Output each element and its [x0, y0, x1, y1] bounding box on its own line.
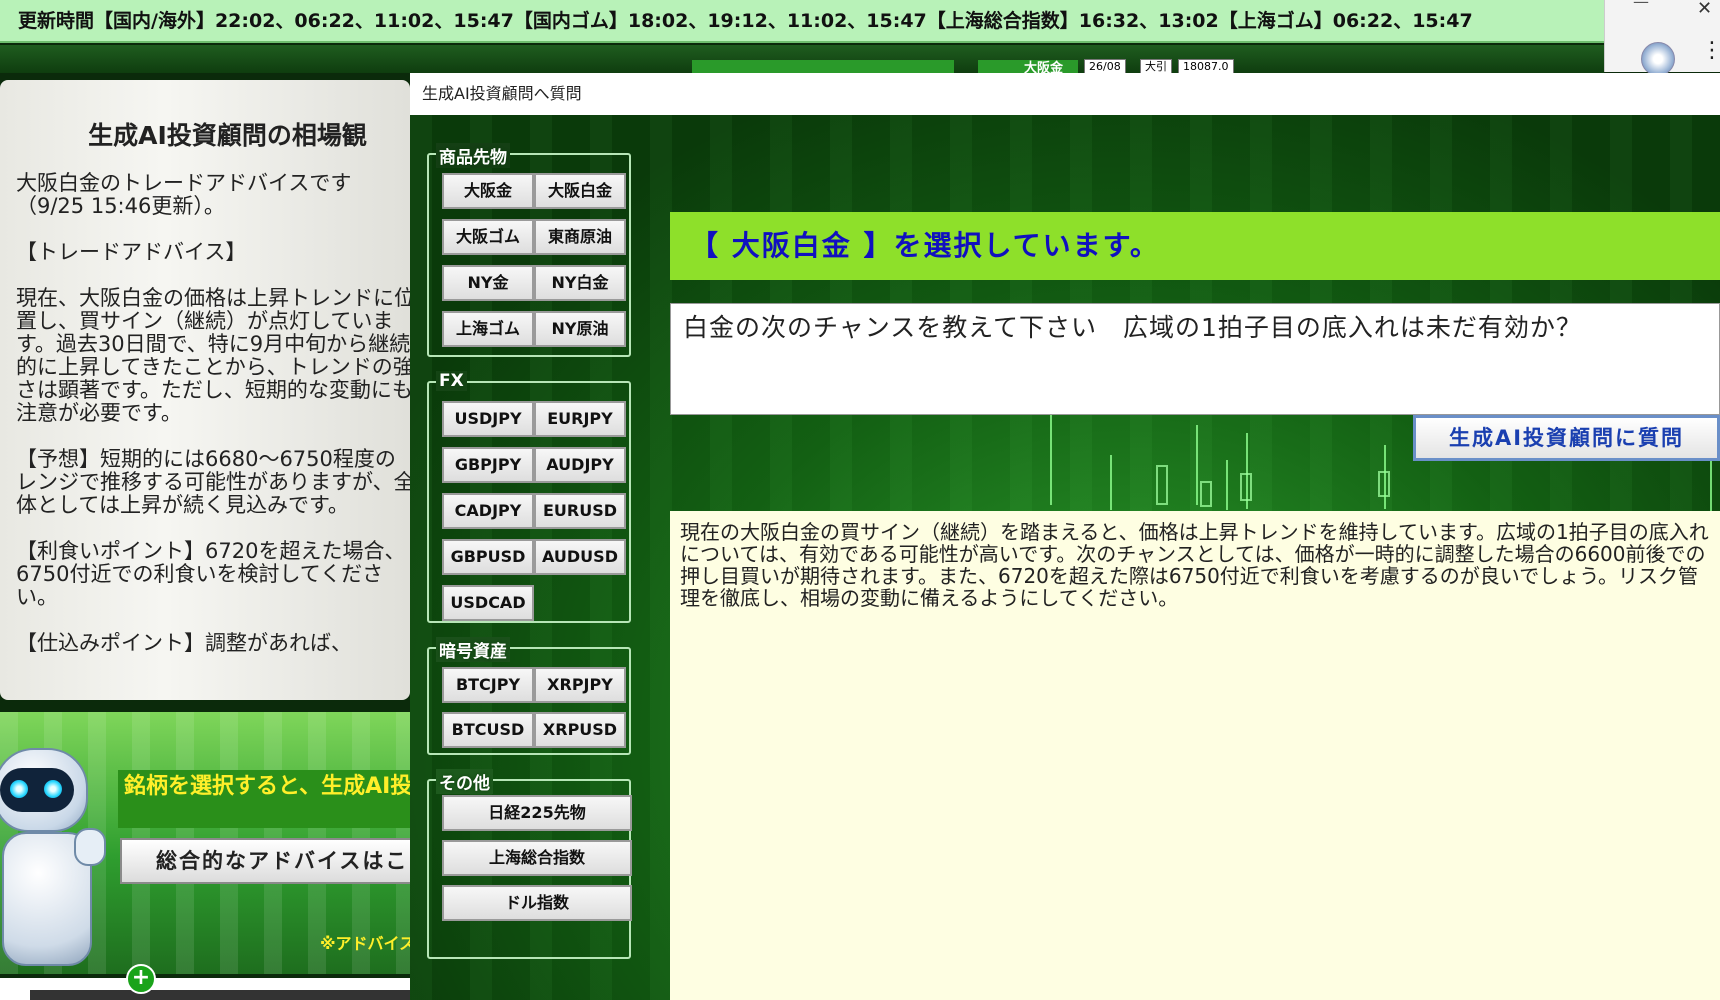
- btn-ny-crude[interactable]: NY原油: [534, 311, 626, 347]
- btn-ny-platinum[interactable]: NY白金: [534, 265, 626, 301]
- fx-group-label: FX: [436, 371, 467, 391]
- ai-advisor-question-dialog: 生成AI投資顧問へ質問 商品先物 大阪金 大阪白金 大阪ゴム 東商原油 NY金 …: [410, 73, 1720, 1000]
- btn-usdjpy[interactable]: USDJPY: [442, 401, 534, 437]
- background-tab: [692, 60, 954, 74]
- update-time-ticker: 更新時間【国内/海外】22:02、06:22、11:02、15:47【国内ゴム】…: [0, 0, 1604, 43]
- btn-shanghai-composite[interactable]: 上海総合指数: [442, 840, 632, 876]
- robot-hand-icon: [74, 828, 106, 866]
- selected-instrument-banner: 【 大阪白金 】を選択しています。: [670, 212, 1720, 280]
- other-group-label: その他: [436, 769, 493, 794]
- decorative-candle: [1384, 445, 1386, 509]
- side-panel-corner: — ✕ ⋮: [1604, 0, 1720, 76]
- btn-xrpusd[interactable]: XRPUSD: [534, 712, 626, 748]
- overall-advice-button[interactable]: 総合的なアドバイスはこちら: [120, 838, 420, 884]
- answer-output: 現在の大阪白金の買サイン（継続）を踏まえると、価格は上昇トレンドを維持しています…: [670, 511, 1720, 1000]
- btn-ny-gold[interactable]: NY金: [442, 265, 534, 301]
- btn-gbpjpy[interactable]: GBPJPY: [442, 447, 534, 483]
- decorative-candle: [1110, 455, 1112, 510]
- quote-cell: 26/08: [1084, 59, 1126, 74]
- answer-text: 現在の大阪白金の買サイン（継続）を踏まえると、価格は上昇トレンドを維持しています…: [680, 520, 1709, 610]
- market-view-title: 生成AI投資顧問の相場観: [88, 121, 367, 150]
- btn-osaka-platinum[interactable]: 大阪白金: [534, 173, 626, 209]
- quote-cell: 18087.0: [1178, 59, 1234, 74]
- crypto-group-label: 暗号資産: [436, 637, 510, 662]
- btn-osaka-rubber[interactable]: 大阪ゴム: [442, 219, 534, 255]
- robot-eye-icon: [10, 780, 28, 798]
- btn-nikkei225-futures[interactable]: 日経225先物: [442, 795, 632, 831]
- advice-note: ※アドバイス: [320, 934, 416, 953]
- btn-tocom-crude[interactable]: 東商原油: [534, 219, 626, 255]
- btn-audusd[interactable]: AUDUSD: [534, 539, 626, 575]
- instruction-message: 銘柄を選択すると、生成AI投資顧問からのアドバイスが表示されます。: [118, 770, 410, 828]
- btn-cadjpy[interactable]: CADJPY: [442, 493, 534, 529]
- btn-osaka-gold[interactable]: 大阪金: [442, 173, 534, 209]
- decorative-candle: [1050, 415, 1052, 505]
- question-input[interactable]: 白金の次のチャンスを教えて下さい 広域の1拍子目の底入れは未だ有効か？: [670, 303, 1720, 415]
- ask-ai-advisor-button[interactable]: 生成AI投資顧問に質問: [1413, 415, 1720, 461]
- decorative-candle: [1710, 455, 1712, 515]
- dialog-title: 生成AI投資顧問へ質問: [410, 73, 1720, 115]
- decorative-candle: [1196, 425, 1198, 505]
- btn-xrpjpy[interactable]: XRPJPY: [534, 667, 626, 703]
- robot-eye-icon: [44, 780, 62, 798]
- market-view-text: 大阪白金のトレードアドバイスです（9/25 15:46更新）。 【トレードアドバ…: [16, 171, 410, 655]
- minimize-icon[interactable]: —: [1633, 0, 1649, 11]
- btn-usdcad[interactable]: USDCAD: [442, 585, 534, 621]
- dialog-body: 商品先物 大阪金 大阪白金 大阪ゴム 東商原油 NY金 NY白金 上海ゴム NY…: [410, 115, 1720, 1000]
- btn-shanghai-rubber[interactable]: 上海ゴム: [442, 311, 534, 347]
- more-menu-icon[interactable]: ⋮: [1701, 40, 1720, 62]
- app-logo-icon[interactable]: [1641, 42, 1675, 76]
- decorative-candle: [1156, 465, 1168, 505]
- btn-dollar-index[interactable]: ドル指数: [442, 885, 632, 921]
- add-icon[interactable]: +: [126, 964, 156, 994]
- btn-btcusd[interactable]: BTCUSD: [442, 712, 534, 748]
- decorative-candle: [1226, 460, 1228, 510]
- btn-eurusd[interactable]: EURUSD: [534, 493, 626, 529]
- btn-audjpy[interactable]: AUDJPY: [534, 447, 626, 483]
- decorative-candle: [1240, 473, 1252, 501]
- btn-btcjpy[interactable]: BTCJPY: [442, 667, 534, 703]
- close-icon[interactable]: ✕: [1697, 0, 1712, 19]
- btn-gbpusd[interactable]: GBPUSD: [442, 539, 534, 575]
- market-view-panel: 生成AI投資顧問の相場観 大阪白金のトレードアドバイスです（9/25 15:46…: [0, 80, 410, 700]
- commodities-group-label: 商品先物: [436, 143, 510, 168]
- decorative-candle: [1200, 481, 1212, 507]
- btn-eurjpy[interactable]: EURJPY: [534, 401, 626, 437]
- background-bottom-bar: [30, 990, 410, 1000]
- robot-face: [0, 768, 74, 812]
- robot-mascot-icon: [0, 748, 88, 832]
- quote-cell: 大引: [1140, 59, 1172, 74]
